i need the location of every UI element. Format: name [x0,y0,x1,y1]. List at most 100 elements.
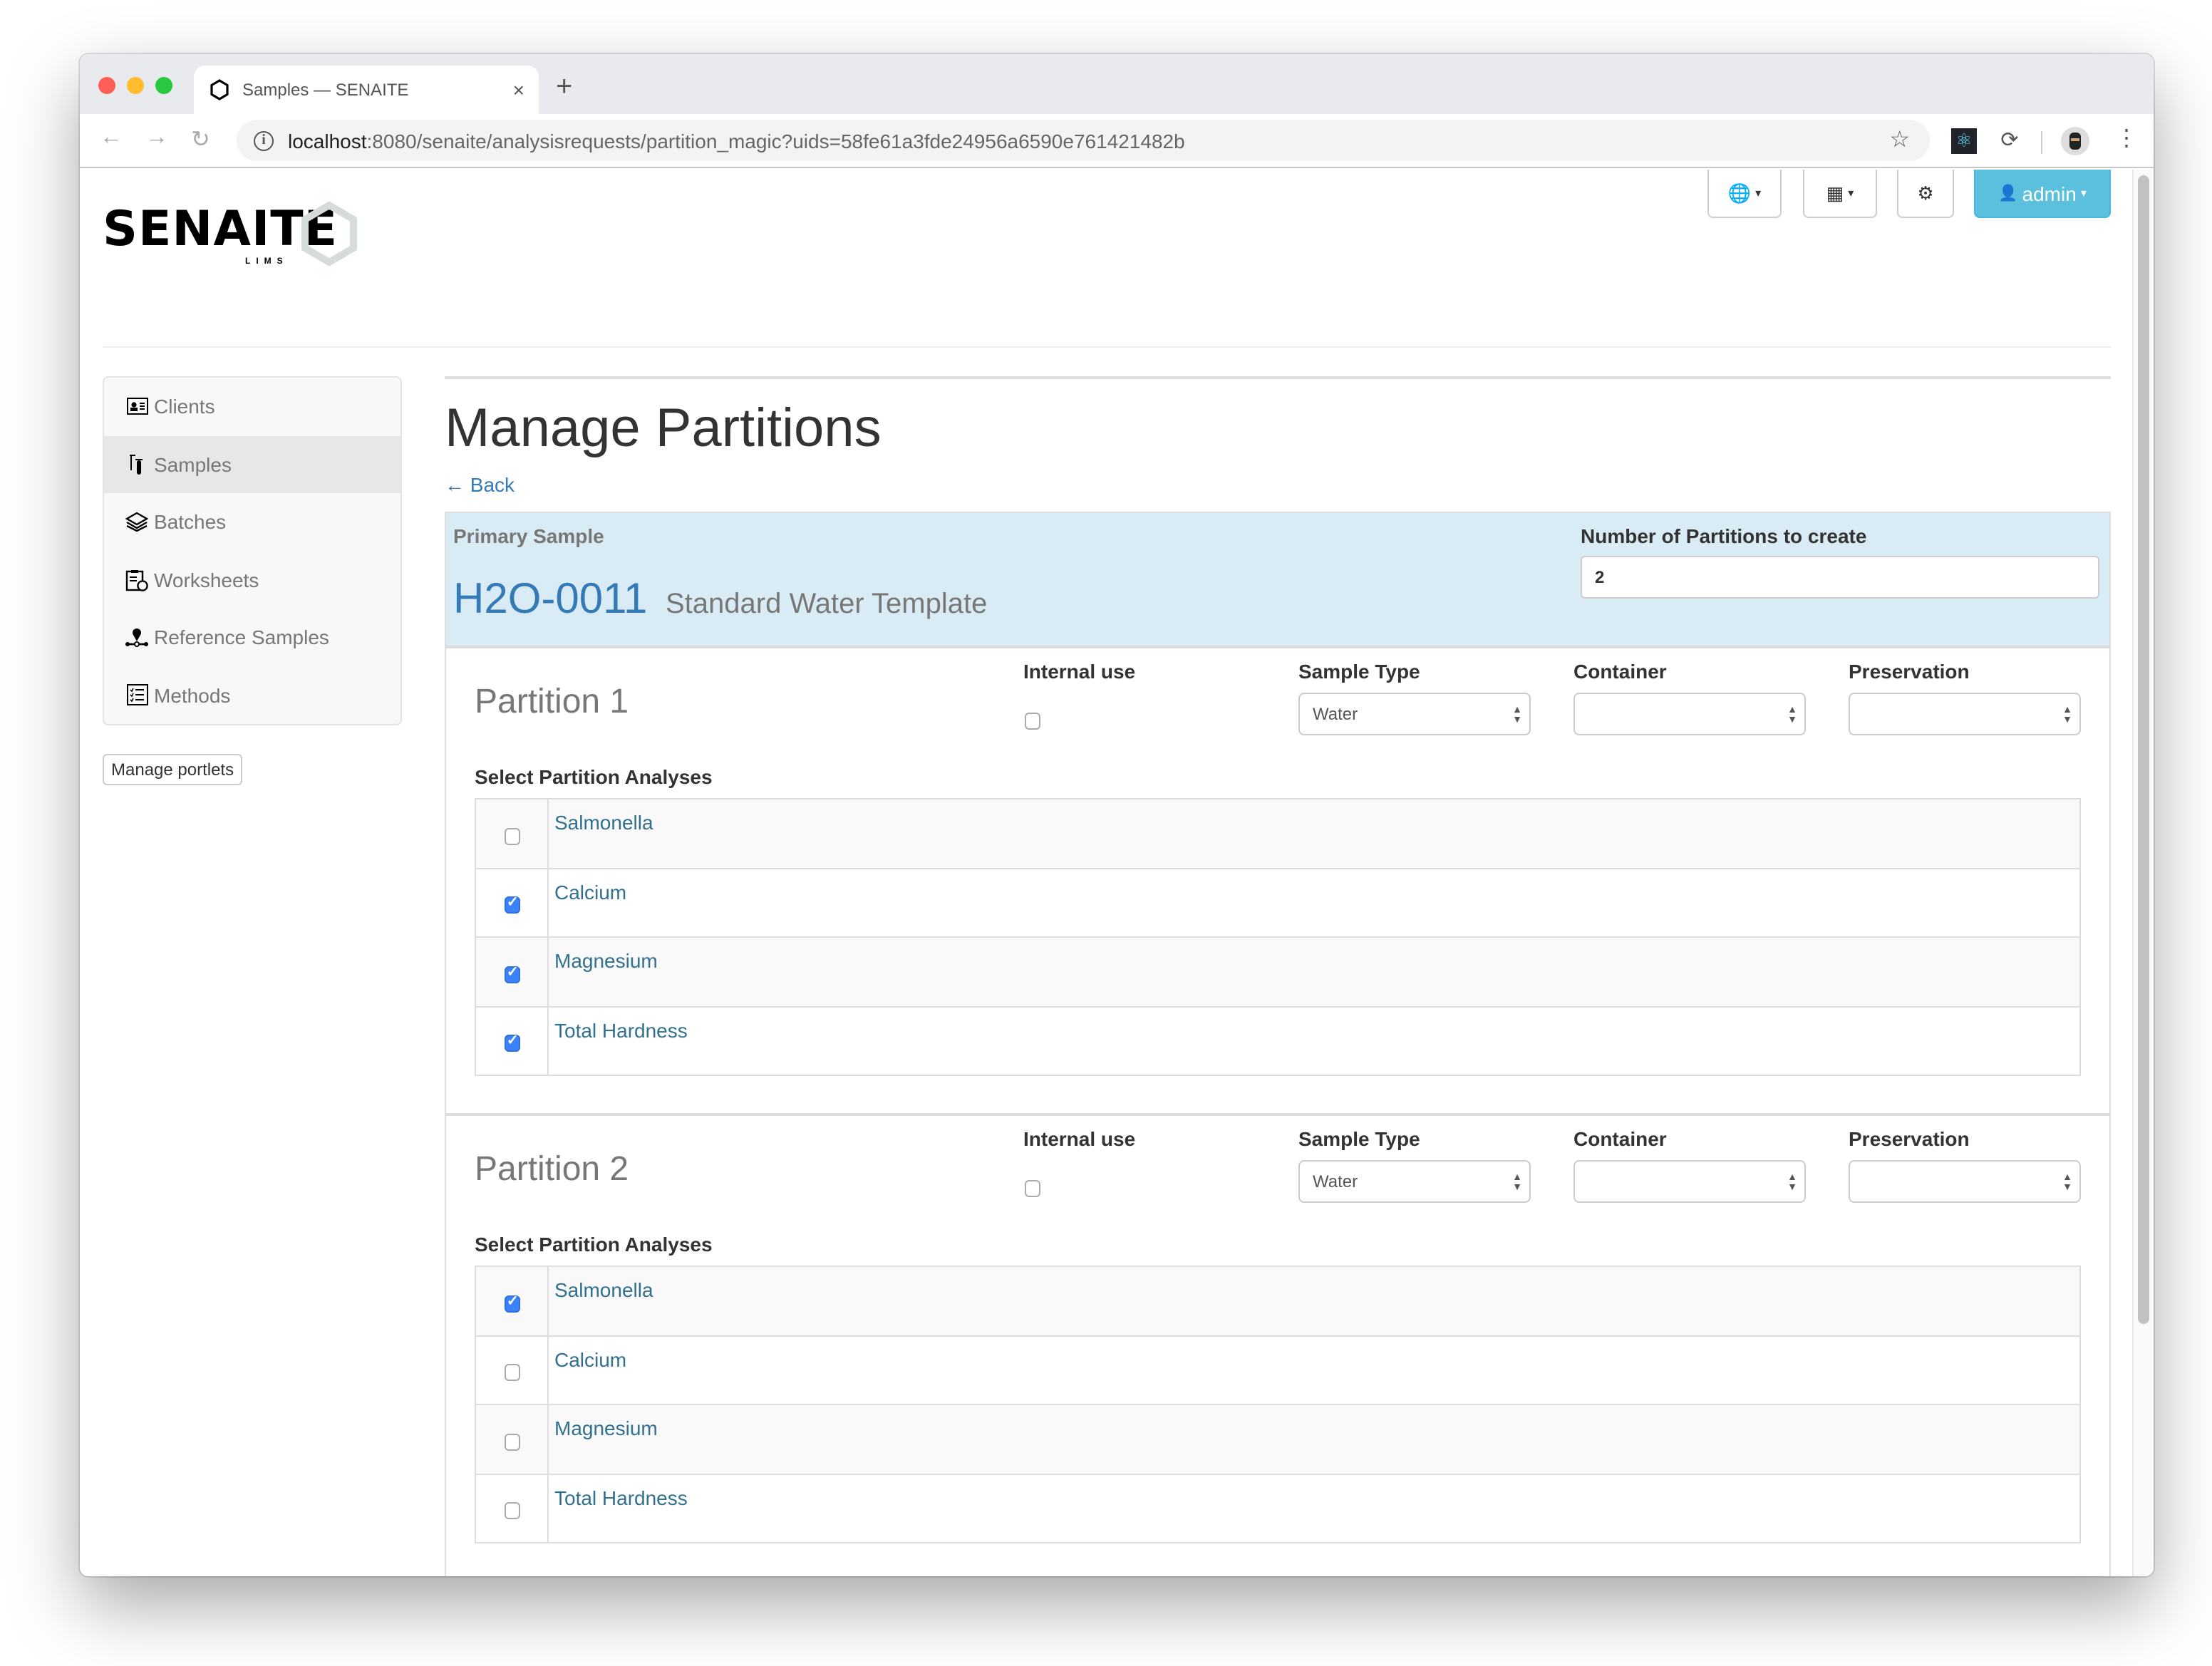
analysis-link[interactable]: Magnesium [554,1417,658,1439]
sidebar-item-samples[interactable]: Samples [104,435,400,493]
caret-down-icon: ▾ [1848,187,1854,200]
analysis-checkbox[interactable] [504,896,520,914]
preservation-label: Preservation [1849,1127,1970,1150]
analysis-link[interactable]: Salmonella [554,811,653,834]
preservation-select[interactable]: ▲ ▼ [1849,693,2081,735]
container-label: Container [1573,660,1667,683]
scrollbar-thumb[interactable] [2138,175,2149,1324]
analysis-link[interactable]: Calcium [554,880,626,903]
sample-type-label: Sample Type [1298,660,1420,683]
partition-section: Partition 1 Internal use Sample Type Con… [445,648,2111,1114]
sidebar-item-label: Samples [154,452,232,476]
close-window-button[interactable] [98,77,115,94]
browser-menu-icon[interactable]: ⋮ [2115,125,2138,154]
user-menu-button[interactable]: 👤 admin ▾ [1974,170,2111,218]
gear-icon: ⚙ [1917,182,1934,203]
container-select[interactable]: ▲ ▼ [1573,693,1806,735]
minimize-window-button[interactable] [127,77,144,94]
select-value: Water [1313,1171,1358,1191]
sync-extension-icon[interactable]: ⟳ [1997,128,2022,154]
primary-sample-panel: Primary Sample H2O-0011 Standard Water T… [445,512,2111,648]
address-bar[interactable]: i localhost:8080/senaite/analysisrequest… [237,120,1930,161]
num-partitions-input[interactable] [1581,556,2099,599]
table-row: Salmonella [475,798,2081,869]
internal-use-checkbox[interactable] [1025,1180,1040,1197]
analysis-link[interactable]: Salmonella [554,1278,653,1301]
profile-avatar[interactable] [2061,127,2089,155]
analysis-checkbox[interactable] [504,1294,520,1313]
grid-icon: ▦ [1826,182,1844,203]
new-tab-button[interactable]: + [556,71,572,103]
analysis-checkbox[interactable] [504,965,520,983]
table-row: Total Hardness [475,1473,2081,1543]
analysis-link[interactable]: Calcium [554,1347,626,1370]
vertical-scrollbar[interactable] [2132,170,2154,1576]
primary-sample-label: Primary Sample [453,524,604,547]
sidebar-item-batches[interactable]: Batches [104,493,400,551]
table-row: Salmonella [475,1266,2081,1336]
analysis-checkbox[interactable] [504,827,520,845]
sidebar-item-label: Reference Samples [154,626,329,649]
header-divider [103,346,2111,348]
analysis-checkbox[interactable] [504,1034,520,1052]
table-row: Total Hardness [475,1005,2081,1076]
sidebar-item-clients[interactable]: Clients [104,378,400,435]
sample-type-select[interactable]: Water ▲ ▼ [1298,1160,1531,1203]
user-name: admin [2022,182,2077,205]
url-path: :8080/senaite/analysisrequests/partition… [366,129,1185,152]
container-select[interactable]: ▲ ▼ [1573,1160,1806,1203]
analysis-link[interactable]: Magnesium [554,949,658,972]
maximize-window-button[interactable] [155,77,172,94]
table-row: Magnesium [475,1404,2081,1474]
layers-icon [125,511,148,534]
select-analyses-label: Select Partition Analyses [475,1233,713,1256]
bookmark-star-icon[interactable]: ☆ [1889,125,1910,154]
internal-use-checkbox[interactable] [1025,713,1040,730]
language-button[interactable]: 🌐 ▾ [1707,170,1782,218]
partition-section: Partition 2 Internal use Sample Type Con… [445,1114,2111,1576]
user-icon: 👤 [1998,185,2018,202]
analyses-table: Salmonella Calcium Magnesium Total [475,798,2081,1076]
preservation-label: Preservation [1849,660,1970,683]
back-link[interactable]: ← Back [445,473,515,496]
caret-down-icon: ▾ [2080,187,2087,200]
primary-sample-template: Standard Water Template [666,589,988,620]
back-arrow-icon[interactable]: ← [100,125,123,151]
sidebar-item-worksheets[interactable]: Worksheets [104,551,400,609]
sample-type-select[interactable]: Water ▲ ▼ [1298,693,1531,735]
select-analyses-label: Select Partition Analyses [475,765,713,788]
primary-sample-id-link[interactable]: H2O-0011 [453,576,647,624]
preservation-select[interactable]: ▲ ▼ [1849,1160,2081,1203]
browser-toolbar: ← → ↻ i localhost:8080/senaite/analysisr… [80,114,2154,168]
test-tube-icon [125,453,148,476]
analysis-link[interactable]: Total Hardness [554,1018,688,1041]
analysis-checkbox[interactable] [504,1433,520,1451]
reload-icon[interactable]: ↻ [191,125,210,154]
page-title: Manage Partitions [445,399,882,459]
browser-tab-active[interactable]: Samples — SENAITE × [194,66,539,114]
content-divider [445,376,2111,379]
tab-title: Samples — SENAITE [242,80,409,100]
container-label: Container [1573,1127,1667,1150]
tab-close-icon[interactable]: × [513,78,524,101]
table-row: Magnesium [475,936,2081,1007]
select-arrows-icon: ▲ ▼ [1512,1173,1522,1193]
sidebar-item-methods[interactable]: Methods [104,666,400,724]
senaite-logo[interactable]: SENAITE LIMS [103,201,357,267]
analysis-checkbox[interactable] [504,1364,520,1382]
forward-arrow-icon[interactable]: → [145,125,168,151]
react-devtools-extension-icon[interactable]: ⚛ [1951,128,1977,154]
url-host: localhost [288,129,367,152]
sidebar-item-reference-samples[interactable]: Reference Samples [104,609,400,666]
analysis-link[interactable]: Total Hardness [554,1486,688,1509]
select-arrows-icon: ▲ ▼ [2062,1173,2072,1193]
site-setup-button[interactable]: ⚙ [1897,170,1954,218]
select-arrows-icon: ▲ ▼ [1787,705,1797,725]
analysis-checkbox[interactable] [504,1502,520,1520]
site-info-icon[interactable]: i [254,130,274,150]
sample-type-label: Sample Type [1298,1127,1420,1150]
analyses-table: Salmonella Calcium Magnesium Total [475,1266,2081,1543]
client-card-icon [125,395,148,418]
apps-menu-button[interactable]: ▦ ▾ [1803,170,1877,218]
manage-portlets-button[interactable]: Manage portlets [103,754,243,785]
